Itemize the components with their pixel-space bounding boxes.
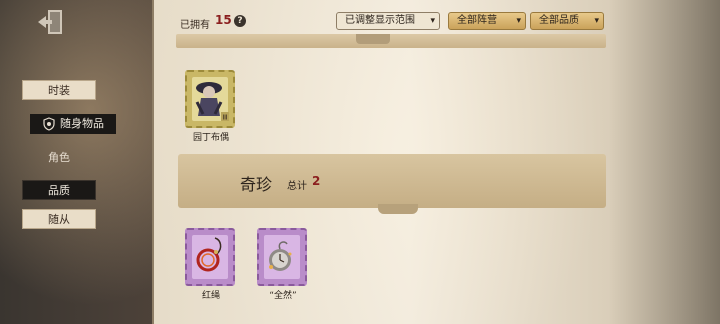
sidebar-item-label: 随身物品 [60, 117, 104, 130]
section-header-bar [176, 34, 606, 48]
sidebar-item-followers[interactable]: 随从 [22, 209, 96, 229]
item-stamp: Ⅲ [185, 70, 235, 128]
exit-icon[interactable] [36, 8, 66, 36]
category-title: 奇珍 [240, 175, 273, 194]
sidebar-item-label: 角色 [48, 151, 70, 164]
item-label: 园丁布偶 [192, 133, 229, 143]
item-stamp [257, 228, 307, 286]
sidebar-item-quality[interactable]: 品质 [22, 180, 96, 200]
faction-dropdown[interactable]: 全部阵营 ▾ [448, 12, 526, 30]
display-range-dropdown[interactable]: 已调整显示范围 ▾ [336, 12, 440, 30]
category-total-label: 总计 [287, 181, 307, 192]
chevron-down-icon: ▾ [430, 16, 435, 26]
owned-label: 已拥有 [180, 20, 210, 31]
chevron-down-icon: ▾ [516, 16, 521, 26]
item-card[interactable]: Ⅲ 园丁布偶 [185, 70, 237, 143]
quality-dropdown[interactable]: 全部品质 ▾ [530, 12, 604, 30]
sidebar-item-fashion[interactable]: 时装 [22, 80, 96, 100]
sidebar-item-label: 时装 [48, 84, 70, 97]
item-label: “全然” [269, 291, 297, 301]
section-tab [378, 204, 418, 214]
red-cord-icon [196, 237, 222, 272]
section-tab [356, 34, 390, 44]
rarity-badge: Ⅲ [223, 114, 228, 122]
item-label: 红绳 [201, 291, 220, 301]
sidebar-item-character[interactable]: 角色 [22, 148, 96, 168]
sidebar-item-label: 随从 [48, 213, 70, 226]
help-icon[interactable]: ? [234, 15, 246, 27]
doll-icon: Ⅲ [195, 82, 229, 122]
dropdown-label: 全部阵营 [457, 15, 497, 26]
category-total-value: 2 [312, 174, 321, 188]
dropdown-label: 已调整显示范围 [345, 15, 415, 26]
item-stamp [185, 228, 235, 286]
item-card[interactable]: “全然” [257, 228, 309, 301]
sidebar-item-label: 品质 [48, 184, 70, 197]
item-card[interactable]: 红绳 [185, 228, 237, 301]
dropdown-label: 全部品质 [539, 15, 579, 26]
pocket-watch-icon [269, 241, 292, 271]
shield-icon [43, 117, 55, 131]
chevron-down-icon: ▾ [594, 16, 599, 26]
owned-count: 15 [215, 13, 232, 27]
sidebar-item-accessories[interactable]: 随身物品 [30, 114, 116, 134]
